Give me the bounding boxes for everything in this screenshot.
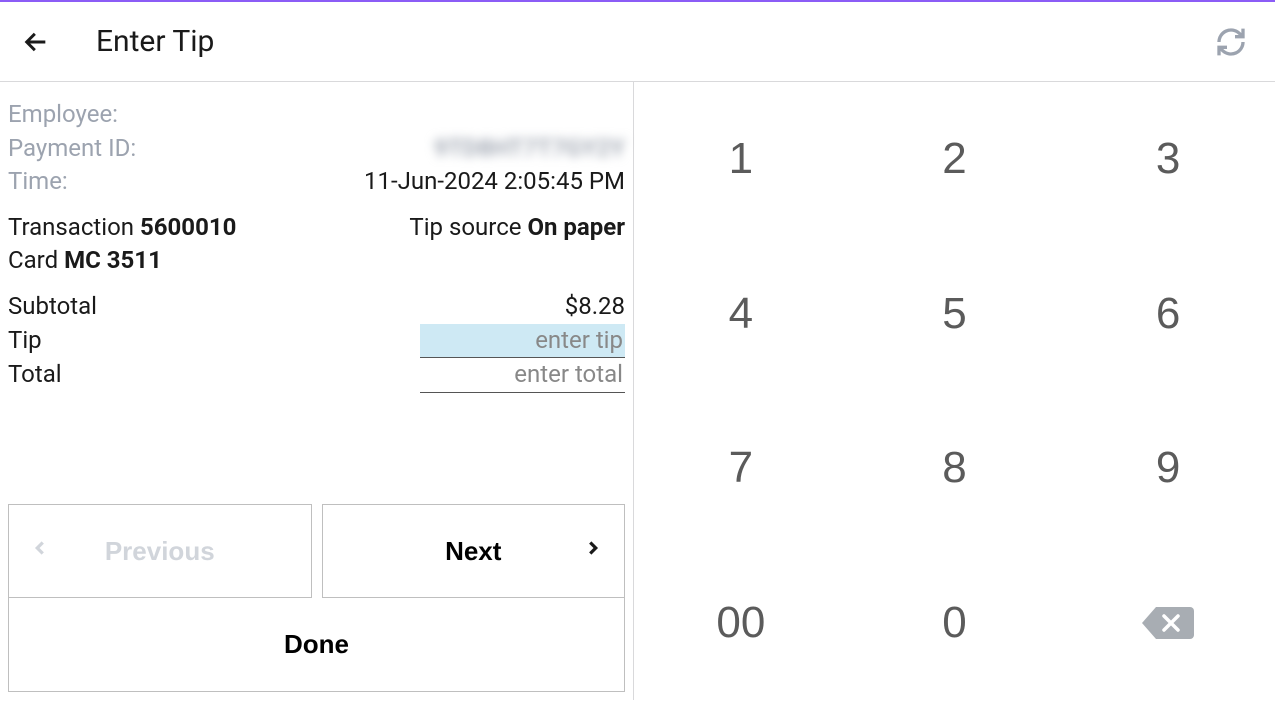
tip-source-value: On paper: [527, 213, 625, 241]
details-panel: Employee: Payment ID: 9TD8HT7T7GY2Y Time…: [0, 82, 634, 700]
card-label: Card: [8, 246, 58, 274]
card-row: Card MC 3511: [8, 244, 625, 278]
time-row: Time: 11-Jun-2024 2:05:45 PM: [8, 165, 625, 199]
backspace-icon: [1142, 605, 1194, 641]
header-bar: Enter Tip: [0, 2, 1275, 82]
content-area: Employee: Payment ID: 9TD8HT7T7GY2Y Time…: [0, 82, 1275, 700]
previous-button[interactable]: Previous: [8, 504, 312, 598]
numeric-keypad: 1 2 3 4 5 6 7 8 9 00 0: [634, 82, 1275, 700]
transaction-label: Transaction: [8, 213, 134, 241]
keypad-8[interactable]: 8: [848, 391, 1062, 546]
payment-id-row: Payment ID: 9TD8HT7T7GY2Y: [8, 132, 625, 166]
keypad-1[interactable]: 1: [634, 82, 848, 237]
time-label: Time:: [8, 165, 68, 199]
tip-placeholder: enter tip: [535, 326, 623, 354]
next-button[interactable]: Next: [322, 504, 626, 598]
back-button[interactable]: [16, 22, 56, 62]
page-title: Enter Tip: [96, 24, 214, 59]
tip-source-group: Tip source On paper: [409, 211, 625, 245]
refresh-button[interactable]: [1211, 22, 1251, 62]
tip-input[interactable]: enter tip: [420, 324, 625, 359]
subtotal-label: Subtotal: [8, 290, 97, 324]
payment-id-value: 9TD8HT7T7GY2Y: [434, 132, 625, 166]
next-label: Next: [445, 536, 501, 567]
keypad-6[interactable]: 6: [1061, 237, 1275, 392]
payment-id-label: Payment ID:: [8, 132, 136, 166]
total-input[interactable]: enter total: [420, 358, 625, 393]
employee-row: Employee:: [8, 98, 625, 132]
keypad-2[interactable]: 2: [848, 82, 1062, 237]
time-value: 11-Jun-2024 2:05:45 PM: [364, 165, 625, 199]
keypad-backspace[interactable]: [1061, 546, 1275, 701]
keypad-4[interactable]: 4: [634, 237, 848, 392]
nav-button-group: Previous Next Done: [8, 504, 625, 692]
transaction-value: 5600010: [140, 213, 236, 241]
refresh-icon: [1215, 26, 1247, 58]
keypad-5[interactable]: 5: [848, 237, 1062, 392]
chevron-right-icon: [582, 534, 604, 569]
keypad-0[interactable]: 0: [848, 546, 1062, 701]
details-section: Employee: Payment ID: 9TD8HT7T7GY2Y Time…: [8, 98, 625, 504]
keypad-9[interactable]: 9: [1061, 391, 1275, 546]
done-button[interactable]: Done: [8, 598, 625, 692]
tip-source-label: Tip source: [409, 213, 521, 241]
employee-label: Employee:: [8, 98, 118, 132]
subtotal-value: $8.28: [565, 290, 625, 324]
back-arrow-icon: [22, 28, 50, 56]
total-placeholder: enter total: [514, 360, 623, 388]
keypad-3[interactable]: 3: [1061, 82, 1275, 237]
card-value: MC 3511: [64, 246, 162, 274]
transaction-row: Transaction 5600010 Tip source On paper: [8, 211, 625, 245]
total-label: Total: [8, 358, 62, 392]
subtotal-row: Subtotal $8.28: [8, 290, 625, 324]
total-row: Total enter total: [8, 358, 625, 393]
transaction-label-group: Transaction 5600010: [8, 211, 236, 245]
tip-label: Tip: [8, 324, 42, 358]
previous-label: Previous: [105, 536, 215, 567]
keypad-7[interactable]: 7: [634, 391, 848, 546]
tip-row: Tip enter tip: [8, 324, 625, 359]
chevron-left-icon: [29, 534, 51, 569]
done-label: Done: [284, 629, 349, 660]
keypad-00[interactable]: 00: [634, 546, 848, 701]
